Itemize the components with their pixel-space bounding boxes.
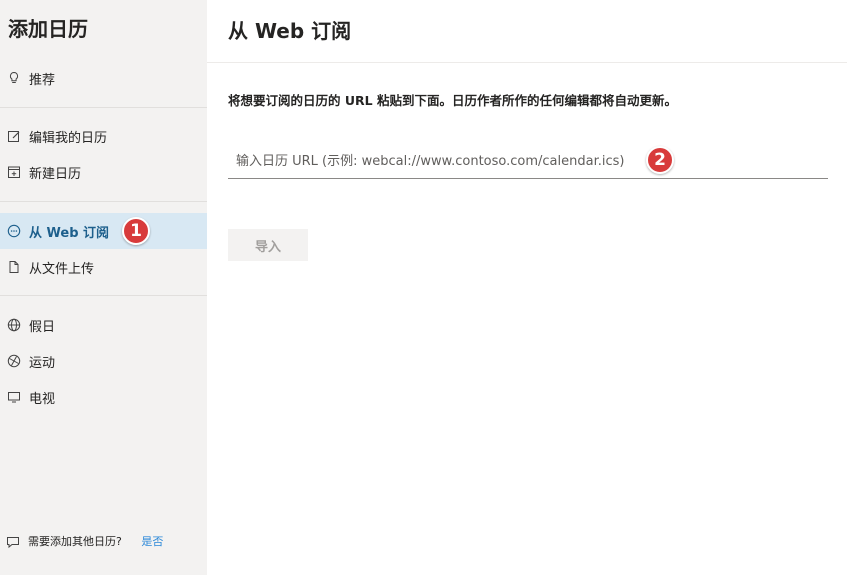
sidebar-divider [0,295,207,296]
sidebar-divider [0,107,207,108]
sidebar: 添加日历 推荐 编辑我的日历 新建日历 从 Web 订阅 从文件上传 假日 运动… [0,0,207,575]
sidebar-item-edit-calendars[interactable]: 编辑我的日历 [0,118,207,154]
feedback-icon [6,535,22,551]
web-link-icon [6,223,22,239]
sidebar-title: 添加日历 [8,17,88,41]
sidebar-item-upload-file[interactable]: 从文件上传 [0,249,207,285]
page-title: 从 Web 订阅 [228,19,352,43]
import-button[interactable]: 导入 [228,229,308,261]
file-icon [6,259,22,275]
sidebar-item-label: 编辑我的日历 [29,130,108,146]
calendar-url-input[interactable] [228,145,828,179]
calendar-add-icon [6,164,22,180]
annotation-marker: 2 [646,146,674,174]
sidebar-item-label: 假日 [29,319,56,335]
footer-link[interactable]: 是否 [141,535,163,548]
sidebar-item-label: 从 Web 订阅 [29,225,110,241]
sidebar-item-sports[interactable]: 运动 [0,343,207,379]
sidebar-item-new-calendar[interactable]: 新建日历 [0,154,207,190]
edit-icon [6,128,22,144]
tv-icon [6,389,22,405]
footer-text: 需要添加其他日历? [28,535,122,548]
annotation-marker: 1 [122,217,150,245]
sidebar-divider [0,201,207,202]
sidebar-item-tv[interactable]: 电视 [0,379,207,415]
instruction-text: 将想要订阅的日历的 URL 粘贴到下面。日历作者所作的任何编辑都将自动更新。 [228,93,677,108]
header-divider [207,62,847,63]
lightbulb-icon [6,70,22,86]
sidebar-item-label: 推荐 [29,72,56,88]
sidebar-item-subscribe-web[interactable]: 从 Web 订阅 [0,213,207,249]
sidebar-item-label: 从文件上传 [29,261,95,277]
sidebar-item-label: 运动 [29,355,56,371]
globe-icon [6,317,22,333]
sidebar-item-holidays[interactable]: 假日 [0,307,207,343]
sidebar-item-label: 新建日历 [29,166,82,182]
sidebar-item-recommended[interactable]: 推荐 [0,60,207,96]
sidebar-footer: 需要添加其他日历? 是否 [6,535,201,551]
sidebar-item-label: 电视 [29,391,56,407]
sports-icon [6,353,22,369]
